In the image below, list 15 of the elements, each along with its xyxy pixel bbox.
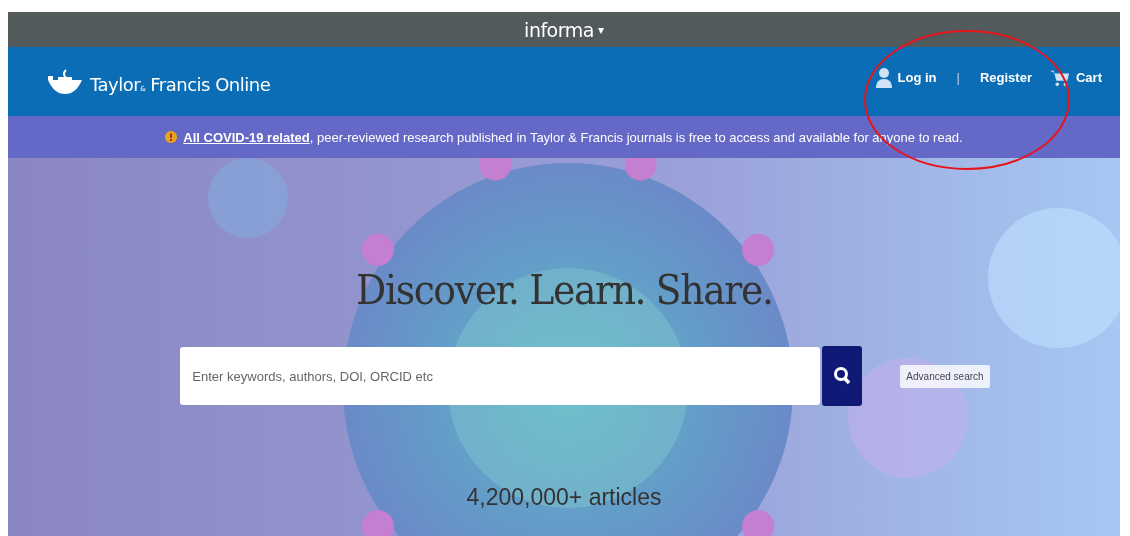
article-count: 4,200,000+ articles bbox=[466, 484, 662, 511]
cart-link[interactable]: Cart bbox=[1046, 66, 1106, 89]
search-icon bbox=[833, 366, 852, 386]
register-link[interactable]: Register bbox=[975, 70, 1036, 85]
caret-icon[interactable]: ▾ bbox=[597, 22, 604, 37]
login-link[interactable]: Log in bbox=[871, 66, 941, 89]
search-field[interactable]: Enter keywords, authors, DOI, ORCID etc bbox=[180, 347, 821, 405]
warning-icon bbox=[165, 131, 178, 143]
search-button[interactable] bbox=[822, 346, 863, 406]
hero-heading: Discover. Learn. Share. bbox=[355, 266, 773, 314]
covid-link[interactable]: All COVID-19 related bbox=[183, 129, 310, 145]
advanced-search-button[interactable]: Advanced search bbox=[900, 364, 990, 388]
informa-logo[interactable]: informa bbox=[524, 18, 594, 41]
nav-separator: | bbox=[955, 70, 961, 85]
user-icon bbox=[875, 66, 892, 89]
